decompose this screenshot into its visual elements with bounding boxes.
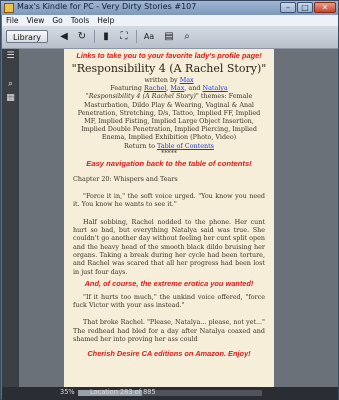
themes-title: "Responsibility 4 (A Rachel Story)" bbox=[85, 92, 199, 101]
percent-read: 35% bbox=[60, 388, 75, 396]
paragraph: Half sobbing, Rachel nodded to the phone… bbox=[73, 217, 265, 276]
paragraph: That broke Rachel. "Please, Natalya... p… bbox=[73, 318, 265, 343]
natalya-link[interactable]: Natalya bbox=[202, 84, 227, 92]
chapter-heading: Chapter 20: Whispers and Tears bbox=[73, 174, 178, 183]
sidebar-search-icon[interactable]: ⌕ bbox=[5, 79, 16, 90]
amazon-banner: Cherish Desire CA editions on Amazon. En… bbox=[87, 349, 251, 359]
sidebar-notes-icon[interactable]: ▦ bbox=[5, 93, 16, 104]
library-button[interactable]: Library bbox=[6, 30, 48, 43]
menu-file[interactable]: File bbox=[2, 16, 23, 25]
featuring-line: Featuring Rachel, Max, and Natalya bbox=[64, 84, 274, 92]
menu-tools[interactable]: Tools bbox=[67, 16, 93, 25]
close-button[interactable]: ✕ bbox=[314, 2, 336, 13]
toolbar: Library ◀ ↻ ▮ ⛶ Aa ▤ ⌕ bbox=[2, 26, 338, 49]
maximize-button[interactable]: □ bbox=[297, 2, 313, 13]
paragraph: "Force it in," the soft voice urged. "Yo… bbox=[73, 192, 265, 209]
font-size-icon[interactable]: Aa bbox=[141, 29, 157, 44]
search-icon[interactable]: ⌕ bbox=[180, 29, 194, 44]
star-divider: ***** bbox=[161, 148, 177, 157]
window-controls: – □ ✕ bbox=[279, 2, 336, 14]
bookmark-icon[interactable]: ▮ bbox=[99, 29, 113, 44]
book-page[interactable]: Links to take you to your favorite lady'… bbox=[64, 49, 274, 387]
themes-paragraph: "Responsibility 4 (A Rachel Story)" them… bbox=[64, 92, 274, 141]
notes-icon[interactable]: ▤ bbox=[162, 29, 176, 44]
rachel-link[interactable]: Rachel bbox=[144, 84, 166, 92]
written-by-label: written by bbox=[144, 76, 178, 84]
minimize-button[interactable]: – bbox=[280, 2, 296, 13]
story-title: "Responsibility 4 (A Rachel Story)" bbox=[71, 62, 267, 75]
status-bar: 35% Location 283 of 885 bbox=[2, 387, 338, 400]
featuring-separator: , bbox=[166, 84, 169, 93]
paragraph: "If it hurts too much," the unkind voice… bbox=[73, 292, 265, 310]
menu-help[interactable]: Help bbox=[93, 16, 118, 25]
menu-view[interactable]: View bbox=[23, 16, 49, 25]
left-sidebar: ☰ ⌕ ▦ bbox=[2, 49, 19, 387]
menu-go[interactable]: Go bbox=[48, 16, 66, 25]
back-icon[interactable]: ◀ bbox=[57, 29, 71, 44]
featuring-separator: , and bbox=[184, 84, 201, 93]
location-text: Location 283 of 885 bbox=[90, 388, 156, 396]
author-link[interactable]: Max bbox=[180, 76, 194, 84]
toolbar-divider bbox=[94, 30, 95, 43]
featuring-label: Featuring bbox=[110, 84, 142, 93]
menu-icon[interactable]: ☰ bbox=[5, 51, 16, 62]
kindle-app-icon bbox=[4, 3, 14, 13]
fullscreen-icon[interactable]: ⛶ bbox=[117, 29, 131, 44]
return-label: Return to bbox=[124, 141, 155, 150]
max-link[interactable]: Max bbox=[170, 84, 184, 92]
sync-icon[interactable]: ↻ bbox=[75, 29, 89, 44]
window-title: Max's Kindle for PC - Very Dirty Stories… bbox=[17, 2, 197, 11]
kindle-window: Max's Kindle for PC - Very Dirty Stories… bbox=[0, 0, 339, 400]
page-content: Links to take you to your favorite lady'… bbox=[64, 49, 274, 358]
byline: written by Max bbox=[64, 76, 274, 84]
navigation-banner: Easy navigation back to the table of con… bbox=[86, 158, 252, 168]
profile-links-banner: Links to take you to your favorite lady'… bbox=[76, 51, 262, 60]
title-bar: Max's Kindle for PC - Very Dirty Stories… bbox=[1, 1, 338, 15]
erotica-banner: And, of course, the extreme erotica you … bbox=[84, 278, 254, 288]
toolbar-divider bbox=[136, 30, 137, 43]
themes-text: themes: Female Masturbation, Dildo Play … bbox=[77, 92, 261, 142]
